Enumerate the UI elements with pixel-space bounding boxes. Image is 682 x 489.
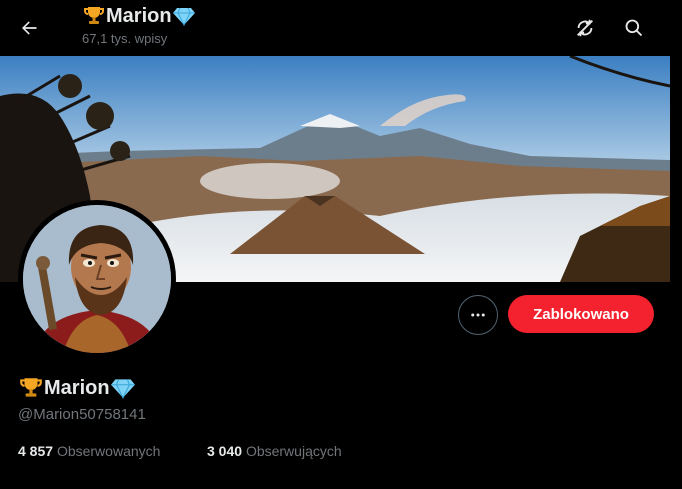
back-button[interactable]: [11, 10, 47, 46]
refresh-off-icon: [577, 19, 593, 37]
search-icon: [625, 19, 643, 37]
search-button[interactable]: [616, 10, 652, 46]
followers-count: 3 040: [207, 443, 243, 459]
profile-display-name: Marion: [18, 375, 136, 401]
trophy-emoji-icon: [20, 378, 42, 397]
header-name: Marion: [106, 5, 172, 27]
profile-handle: @Marion50758141: [18, 406, 146, 423]
blocked-button[interactable]: Zablokowano: [508, 295, 654, 333]
header-title: Marion: [82, 4, 196, 28]
posts-count: 67,1 tys. wpisy: [82, 31, 168, 46]
more-options-button[interactable]: [458, 295, 498, 335]
more-dots-icon: [471, 313, 485, 317]
following-count: 4 857: [18, 443, 54, 459]
followers-link[interactable]: 3 040 Obserwujących: [207, 443, 342, 459]
following-label: Obserwowanych: [56, 443, 161, 459]
following-link[interactable]: 4 857 Obserwowanych: [18, 443, 160, 459]
arrow-left-icon: [22, 21, 37, 35]
avatar-image: [23, 205, 171, 353]
followers-label: Obserwujących: [245, 443, 342, 459]
display-name-text: Marion: [44, 376, 110, 399]
refresh-button[interactable]: [567, 10, 603, 46]
avatar[interactable]: [23, 205, 171, 353]
header-title-block: Marion 67,1 tys. wpisy: [82, 4, 196, 46]
top-bar: Marion 67,1 tys. wpisy: [0, 0, 670, 56]
scrollbar[interactable]: [670, 0, 682, 489]
diamond-emoji-icon: [110, 379, 135, 399]
diamond-emoji-icon: [172, 7, 195, 27]
trophy-emoji-icon: [84, 7, 104, 24]
